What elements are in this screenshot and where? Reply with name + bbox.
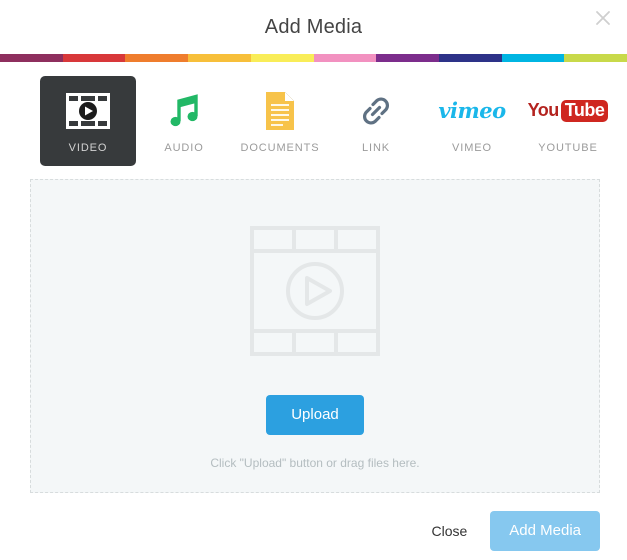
chain-link-icon [357,89,395,133]
media-dropzone[interactable]: Upload Click "Upload" button or drag fil… [30,179,600,493]
close-icon [596,11,610,25]
modal-footer: Close Add Media [0,502,627,560]
tab-label: YOUTUBE [538,141,598,154]
media-type-tabs: VIDEO AUDIO DOCUMENTS LINK vimeo VIMEO Y… [0,62,627,166]
film-strip-placeholder-icon [250,226,380,361]
document-icon [264,89,296,133]
film-play-icon [65,89,111,133]
close-button[interactable] [589,4,617,32]
stripe-segment [376,54,439,62]
close-link-button[interactable]: Close [431,523,467,539]
tab-documents[interactable]: DOCUMENTS [232,76,328,166]
tab-label: DOCUMENTS [240,141,320,154]
modal-header: Add Media [0,0,627,54]
stripe-segment [188,54,251,62]
color-stripe-bar [0,54,627,62]
tab-youtube[interactable]: You Tube YOUTUBE [520,76,616,166]
stripe-segment [125,54,189,62]
tab-label: AUDIO [164,141,204,154]
page-title: Add Media [264,16,363,38]
tab-label: VIMEO [452,141,492,154]
youtube-logo: You Tube [528,89,609,133]
add-media-submit-button[interactable]: Add Media [490,511,600,551]
youtube-tube-wordmark: Tube [560,99,609,122]
tab-vimeo[interactable]: vimeo VIMEO [424,76,520,166]
stripe-segment [564,54,627,62]
youtube-you-wordmark: You [527,100,560,120]
stripe-segment [313,54,377,62]
upload-button[interactable]: Upload [266,395,364,435]
vimeo-logo: vimeo [438,89,506,133]
tab-label: LINK [361,141,391,154]
stripe-segment [0,54,63,62]
dropzone-hint: Click "Upload" button or drag files here… [210,456,420,470]
tab-label: VIDEO [68,141,108,154]
vimeo-wordmark: vimeo [438,98,506,123]
stripe-segment [250,54,314,62]
music-note-icon [166,89,202,133]
tab-link[interactable]: LINK [328,76,424,166]
tab-video[interactable]: VIDEO [40,76,136,166]
stripe-segment [501,54,565,62]
tab-audio[interactable]: AUDIO [136,76,232,166]
stripe-segment [438,54,502,62]
stripe-segment [62,54,126,62]
